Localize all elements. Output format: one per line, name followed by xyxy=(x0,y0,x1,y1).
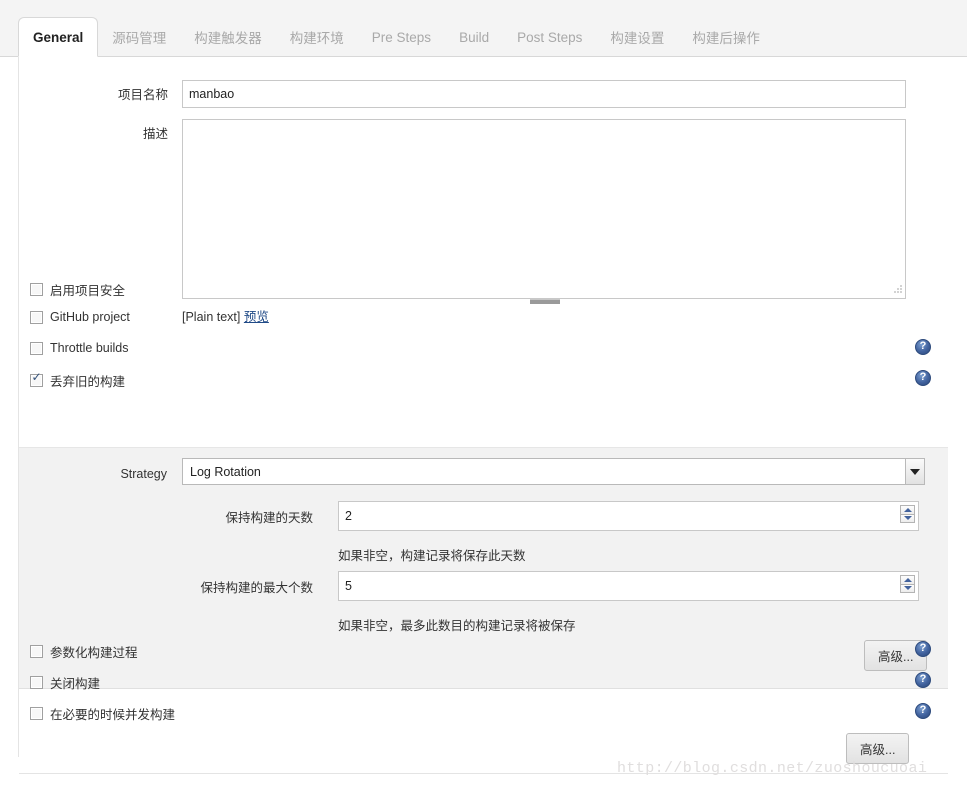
jenkins-job-config-page: General 源码管理 构建触发器 构建环境 Pre Steps Build … xyxy=(0,0,967,792)
strategy-select-value: Log Rotation xyxy=(190,464,261,479)
tab-build[interactable]: Build xyxy=(445,17,503,57)
tab-label: 源码管理 xyxy=(112,31,167,46)
tab-post-steps[interactable]: Post Steps xyxy=(503,17,596,57)
spinner-up-icon[interactable] xyxy=(900,575,915,584)
checkbox-enable-project-security[interactable]: 启用项目安全 xyxy=(30,280,125,299)
tab-label: Post Steps xyxy=(517,29,583,45)
checkbox-label: 参数化构建过程 xyxy=(50,646,138,660)
checkbox-discard-old-builds[interactable]: 丢弃旧的构建 xyxy=(30,371,125,390)
days-to-keep-label: 保持构建的天数 xyxy=(225,511,313,525)
checkbox-concurrent-builds[interactable]: 在必要的时候并发构建 xyxy=(30,704,175,723)
tab-label: Pre Steps xyxy=(371,29,432,45)
days-to-keep-spinner[interactable] xyxy=(900,505,915,523)
days-to-keep-input[interactable] xyxy=(338,501,919,531)
spinner-up-icon[interactable] xyxy=(900,505,915,514)
textarea-drag-handle[interactable] xyxy=(530,299,560,304)
tab-post-build-actions[interactable]: 构建后操作 xyxy=(678,17,774,57)
tab-list: General 源码管理 构建触发器 构建环境 Pre Steps Build … xyxy=(18,16,774,57)
checkbox-box[interactable] xyxy=(30,645,43,658)
checkbox-box[interactable] xyxy=(30,283,43,296)
tab-label: Build xyxy=(459,29,490,45)
checkbox-throttle-builds[interactable]: Throttle builds xyxy=(30,341,129,355)
tab-label: 构建环境 xyxy=(289,31,344,46)
chevron-down-icon[interactable] xyxy=(905,459,924,484)
preview-link[interactable]: 预览 xyxy=(244,310,269,324)
checkbox-box[interactable] xyxy=(30,371,43,387)
checkbox-label: Throttle builds xyxy=(50,341,129,355)
days-to-keep-hint: 如果非空，构建记录将保存此天数 xyxy=(338,549,526,563)
description-row: 描述 xyxy=(50,126,168,142)
description-label: 描述 xyxy=(142,127,168,141)
log-rotation-panel: Strategy Log Rotation 保持构建的天数 如果非空，构建记录将… xyxy=(19,447,948,689)
help-icon-parameterized-build[interactable] xyxy=(915,641,931,657)
strategy-label: Strategy xyxy=(120,467,167,481)
tab-general[interactable]: General xyxy=(18,17,99,57)
tab-build-environment[interactable]: 构建环境 xyxy=(276,17,358,57)
checkbox-label: 启用项目安全 xyxy=(50,284,126,298)
checkbox-label: 在必要的时候并发构建 xyxy=(50,708,176,722)
tab-scm[interactable]: 源码管理 xyxy=(98,17,180,57)
markup-format-label: [Plain text] xyxy=(182,310,241,324)
resize-grip-icon[interactable] xyxy=(893,285,903,295)
spinner-down-icon[interactable] xyxy=(900,513,915,523)
tab-pre-steps[interactable]: Pre Steps xyxy=(358,17,445,57)
tab-build-triggers[interactable]: 构建触发器 xyxy=(180,17,276,57)
spinner-down-icon[interactable] xyxy=(900,583,915,593)
checkbox-label: 关闭构建 xyxy=(50,677,101,691)
description-textarea[interactable] xyxy=(182,119,906,299)
strategy-select[interactable]: Log Rotation xyxy=(182,458,925,485)
max-builds-spinner[interactable] xyxy=(900,575,915,593)
tab-label: General xyxy=(33,29,84,45)
tab-build-settings[interactable]: 构建设置 xyxy=(596,17,678,57)
config-form: 项目名称 描述 [Plain text] 预览 启用项目安全 GitHub pr… xyxy=(0,57,967,792)
checkbox-box[interactable] xyxy=(30,676,43,689)
markup-format-line: [Plain text] 预览 xyxy=(182,306,269,325)
help-icon-disable-build[interactable] xyxy=(915,672,931,688)
checkbox-label: 丢弃旧的构建 xyxy=(50,375,126,389)
max-builds-label: 保持构建的最大个数 xyxy=(200,581,313,595)
checkbox-disable-build[interactable]: 关闭构建 xyxy=(30,673,100,692)
checkbox-parameterized-build[interactable]: 参数化构建过程 xyxy=(30,642,138,661)
help-icon-concurrent-builds[interactable] xyxy=(915,703,931,719)
help-icon-discard-old-builds[interactable] xyxy=(915,370,931,386)
tab-label: 构建设置 xyxy=(610,31,665,46)
checkbox-box[interactable] xyxy=(30,341,43,355)
max-builds-input[interactable] xyxy=(338,571,919,601)
project-name-label: 项目名称 xyxy=(117,88,168,102)
checkbox-box[interactable] xyxy=(30,310,43,324)
help-icon-throttle-builds[interactable] xyxy=(915,339,931,355)
checkbox-label: GitHub project xyxy=(50,310,130,324)
checkbox-box[interactable] xyxy=(30,707,43,720)
max-builds-hint: 如果非空，最多此数目的构建记录将被保存 xyxy=(338,619,576,633)
config-tabbar: General 源码管理 构建触发器 构建环境 Pre Steps Build … xyxy=(0,0,967,57)
project-name-input[interactable] xyxy=(182,80,906,108)
project-name-row: 项目名称 xyxy=(50,87,168,103)
tab-label: 构建触发器 xyxy=(194,31,262,46)
tab-label: 构建后操作 xyxy=(692,31,760,46)
checkbox-github-project[interactable]: GitHub project xyxy=(30,310,130,324)
watermark-text: http://blog.csdn.net/zuoshoucuoai xyxy=(617,760,928,777)
